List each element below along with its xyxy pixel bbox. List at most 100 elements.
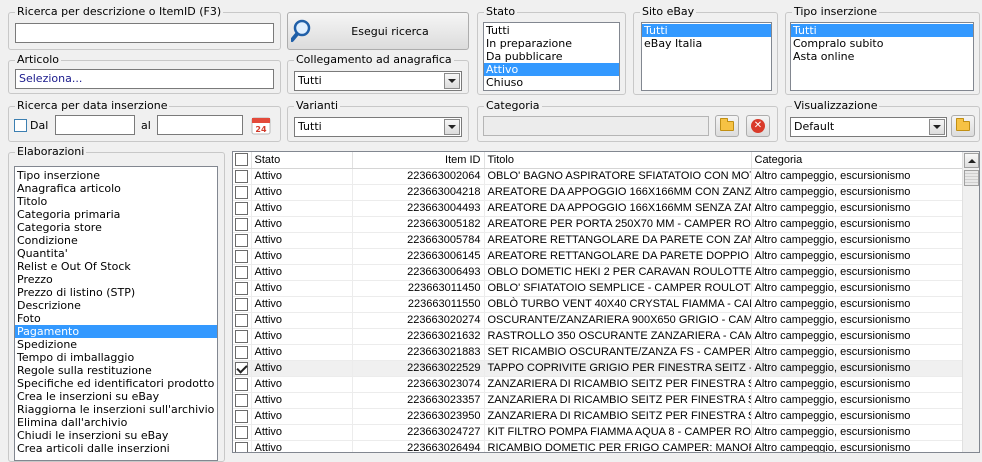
row-checkbox[interactable] bbox=[235, 265, 249, 279]
table-row[interactable]: Attivo 223663006493 OBLO DOMETIC HEKI 2 PE… bbox=[233, 264, 963, 281]
scroll-up-button[interactable] bbox=[964, 153, 979, 168]
row-checkbox-cell[interactable] bbox=[233, 264, 252, 281]
column-header-item-id[interactable]: Item ID bbox=[352, 152, 485, 169]
table-row[interactable]: Attivo 223663004493 AREATORE DA APPOGGIO 1… bbox=[233, 200, 963, 217]
stato-listbox[interactable]: Tutti In preparazione Da pubblicare Atti… bbox=[483, 22, 620, 91]
table-row[interactable]: Attivo 223663021632 RASTROLLO 350 OSCURANT… bbox=[233, 328, 963, 345]
calendar-button[interactable]: 24 bbox=[249, 114, 273, 136]
row-checkbox[interactable] bbox=[235, 425, 249, 439]
row-checkbox[interactable] bbox=[235, 329, 249, 343]
tipo-option[interactable]: Asta online bbox=[791, 50, 973, 63]
row-checkbox-cell[interactable] bbox=[233, 296, 252, 313]
row-checkbox[interactable] bbox=[235, 281, 249, 295]
row-checkbox[interactable] bbox=[235, 409, 249, 423]
table-row[interactable]: Attivo 223663022529 TAPPO COPRIVITE GRIGIO… bbox=[233, 360, 963, 377]
elaborazioni-item[interactable]: Tempo di imballaggio bbox=[15, 351, 217, 364]
articolo-field[interactable]: Seleziona... bbox=[15, 69, 274, 89]
row-checkbox[interactable] bbox=[235, 441, 249, 452]
stato-option[interactable]: Da pubblicare bbox=[484, 50, 619, 63]
row-checkbox[interactable] bbox=[235, 361, 249, 375]
elaborazioni-item[interactable]: Prezzo bbox=[15, 273, 217, 286]
row-checkbox-cell[interactable] bbox=[233, 168, 252, 185]
column-header-stato[interactable]: Stato bbox=[251, 152, 353, 169]
elaborazioni-item[interactable]: Tipo inserzione bbox=[15, 169, 217, 182]
sito-option[interactable]: eBay Italia bbox=[642, 37, 771, 50]
row-checkbox-cell[interactable] bbox=[233, 376, 252, 393]
tipo-listbox[interactable]: Tutti Compralo subito Asta online bbox=[790, 22, 974, 91]
row-checkbox[interactable] bbox=[235, 233, 249, 247]
table-row[interactable]: Attivo 223663005784 AREATORE RETTANGOLARE … bbox=[233, 232, 963, 249]
elaborazioni-item[interactable]: Foto bbox=[15, 312, 217, 325]
elaborazioni-item[interactable]: Prezzo di listino (STP) bbox=[15, 286, 217, 299]
stato-option[interactable]: Chiuso bbox=[484, 76, 619, 89]
varianti-select[interactable]: Tutti bbox=[294, 117, 462, 137]
stato-option-selected[interactable]: Attivo bbox=[484, 63, 619, 76]
elaborazioni-item[interactable]: Crea le inserzioni su eBay bbox=[15, 390, 217, 403]
elaborazioni-item[interactable]: Pagamento bbox=[15, 325, 217, 338]
column-header-categoria[interactable]: Categoria bbox=[751, 152, 963, 169]
table-row[interactable]: Attivo 223663020274 OSCURANTE/ZANZARIERA 9… bbox=[233, 312, 963, 329]
listings-grid[interactable]: Stato Item ID Titolo Categoria Attivo 223… bbox=[232, 151, 980, 453]
elaborazioni-item[interactable]: Spedizione bbox=[15, 338, 217, 351]
table-row[interactable]: Attivo 223663004218 AREATORE DA APPOGGIO 1… bbox=[233, 184, 963, 201]
row-checkbox[interactable] bbox=[235, 249, 249, 263]
elaborazioni-item[interactable]: Titolo bbox=[15, 195, 217, 208]
row-checkbox-cell[interactable] bbox=[233, 232, 252, 249]
table-row[interactable]: Attivo 223663023950 ZANZARIERA DI RICAMBIO… bbox=[233, 408, 963, 425]
row-checkbox-cell[interactable] bbox=[233, 280, 252, 297]
vertical-scrollbar[interactable] bbox=[962, 152, 979, 452]
table-row[interactable]: Attivo 223663011450 OBLO' SFIATATOIO SEMPL… bbox=[233, 280, 963, 297]
table-row[interactable]: Attivo 223663023074 ZANZARIERA DI RICAMBIO… bbox=[233, 376, 963, 393]
table-row[interactable]: Attivo 223663021883 SET RICAMBIO OSCURANTE… bbox=[233, 344, 963, 361]
collegamento-select[interactable]: Tutti bbox=[294, 71, 462, 91]
table-row[interactable]: Attivo 223663024727 KIT FILTRO POMPA FIAMM… bbox=[233, 424, 963, 441]
row-checkbox-cell[interactable] bbox=[233, 312, 252, 329]
elaborazioni-item[interactable]: Specifiche ed identificatori prodotto bbox=[15, 377, 217, 390]
column-header-titolo[interactable]: Titolo bbox=[484, 152, 752, 169]
elaborazioni-item[interactable]: Riaggiorna le inserzioni sull'archivio bbox=[15, 403, 217, 416]
row-checkbox-cell[interactable] bbox=[233, 200, 252, 217]
row-checkbox-cell[interactable] bbox=[233, 184, 252, 201]
table-row[interactable]: Attivo 223663026494 RICAMBIO DOMETIC PER F… bbox=[233, 440, 963, 452]
row-checkbox[interactable] bbox=[235, 185, 249, 199]
stato-option[interactable]: Tutti bbox=[484, 24, 619, 37]
elaborazioni-item[interactable]: Descrizione bbox=[15, 299, 217, 312]
row-checkbox[interactable] bbox=[235, 393, 249, 407]
row-checkbox[interactable] bbox=[235, 345, 249, 359]
row-checkbox[interactable] bbox=[235, 313, 249, 327]
elaborazioni-item[interactable]: Categoria store bbox=[15, 221, 217, 234]
sito-option-selected[interactable]: Tutti bbox=[642, 24, 771, 37]
row-checkbox-cell[interactable] bbox=[233, 344, 252, 361]
elaborazioni-item[interactable]: Quantita' bbox=[15, 247, 217, 260]
search-input[interactable] bbox=[15, 23, 274, 43]
elaborazioni-item[interactable]: Regole sulla restituzione bbox=[15, 364, 217, 377]
table-row[interactable]: Attivo 223663005182 AREATORE PER PORTA 250… bbox=[233, 216, 963, 233]
sito-listbox[interactable]: Tutti eBay Italia bbox=[641, 22, 772, 91]
scroll-thumb[interactable] bbox=[964, 170, 979, 186]
row-checkbox[interactable] bbox=[235, 297, 249, 311]
elaborazioni-item[interactable]: Chiudi le inserzioni su eBay bbox=[15, 429, 217, 442]
table-row[interactable]: Attivo 223663023357 ZANZARIERA DI RICAMBIO… bbox=[233, 392, 963, 409]
elaborazioni-item[interactable]: Crea articoli dalle inserzioni bbox=[15, 442, 217, 455]
select-all-header[interactable] bbox=[233, 152, 252, 169]
stato-option[interactable]: In preparazione bbox=[484, 37, 619, 50]
row-checkbox-cell[interactable] bbox=[233, 440, 252, 452]
dal-checkbox[interactable] bbox=[14, 119, 27, 132]
al-date-input[interactable] bbox=[157, 115, 243, 135]
select-all-checkbox[interactable] bbox=[235, 153, 249, 167]
table-row[interactable]: Attivo 223663011550 OBLÒ TURBO VENT 40X40 … bbox=[233, 296, 963, 313]
elaborazioni-item[interactable]: Categoria primaria bbox=[15, 208, 217, 221]
elaborazioni-listbox[interactable]: Tipo inserzione Anagrafica articolo Titolo… bbox=[14, 166, 218, 461]
categoria-clear-button[interactable]: ✕ bbox=[746, 115, 770, 137]
table-row[interactable]: Attivo 223663006145 AREATORE RETTANGOLARE … bbox=[233, 248, 963, 265]
row-checkbox[interactable] bbox=[235, 217, 249, 231]
dal-date-input[interactable] bbox=[55, 115, 135, 135]
row-checkbox-cell[interactable] bbox=[233, 392, 252, 409]
row-checkbox-cell[interactable] bbox=[233, 408, 252, 425]
tipo-option-selected[interactable]: Tutti bbox=[791, 24, 973, 37]
tipo-option[interactable]: Compralo subito bbox=[791, 37, 973, 50]
row-checkbox[interactable] bbox=[235, 201, 249, 215]
row-checkbox[interactable] bbox=[235, 169, 249, 183]
elaborazioni-item[interactable]: Anagrafica articolo bbox=[15, 182, 217, 195]
row-checkbox-cell[interactable] bbox=[233, 328, 252, 345]
